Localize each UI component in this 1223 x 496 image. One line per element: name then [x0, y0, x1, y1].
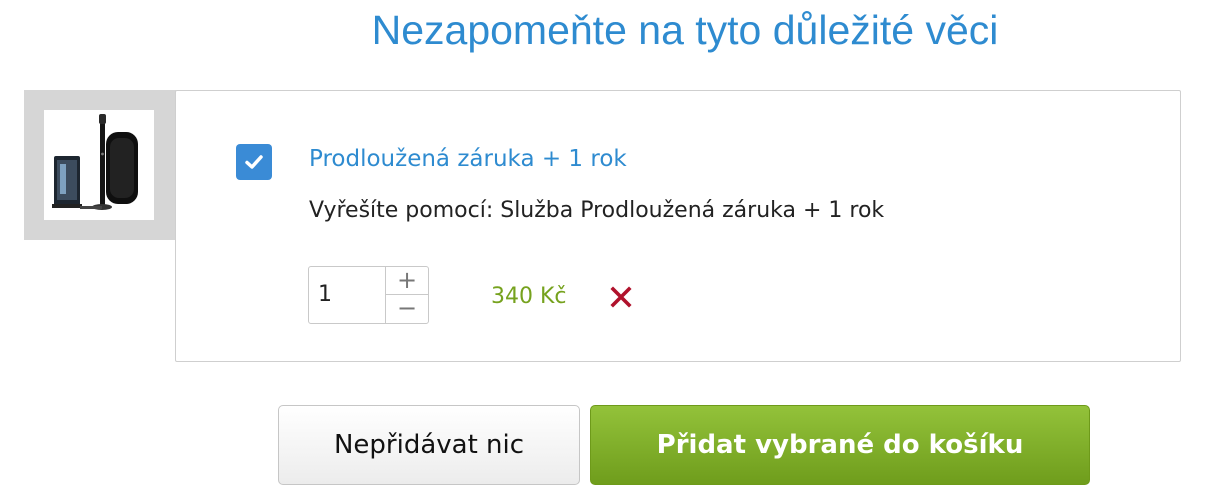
price-value: 340 Kč: [491, 284, 567, 309]
product-image: [44, 110, 154, 220]
offer-checkbox[interactable]: [236, 144, 272, 180]
page-title: Nezapomeňte na tyto důležité věci: [371, 7, 999, 53]
decrement-button[interactable]: −: [386, 295, 428, 323]
upsell-dialog: Nezapomeňte na tyto důležité věci Prodlo…: [0, 0, 1223, 496]
quantity-stepper: 1 + −: [308, 266, 429, 324]
quantity-buttons: + −: [385, 267, 428, 323]
quantity-input[interactable]: 1: [318, 279, 378, 311]
checkmark-icon: [245, 155, 263, 169]
skip-button[interactable]: Nepřidávat nic: [278, 405, 580, 485]
add-to-cart-button[interactable]: Přidat vybrané do košíku: [590, 405, 1090, 485]
product-thumbnail-frame: [24, 90, 196, 269]
increment-button[interactable]: +: [386, 267, 428, 295]
remove-button[interactable]: [608, 284, 634, 310]
offer-title-link[interactable]: Prodloužená záruka + 1 rok: [309, 143, 627, 175]
offer-description: Vyřešíte pomocí: Služba Prodloužená záru…: [309, 198, 885, 223]
close-icon: [610, 286, 632, 308]
toothbrush-product-icon: [52, 114, 138, 210]
